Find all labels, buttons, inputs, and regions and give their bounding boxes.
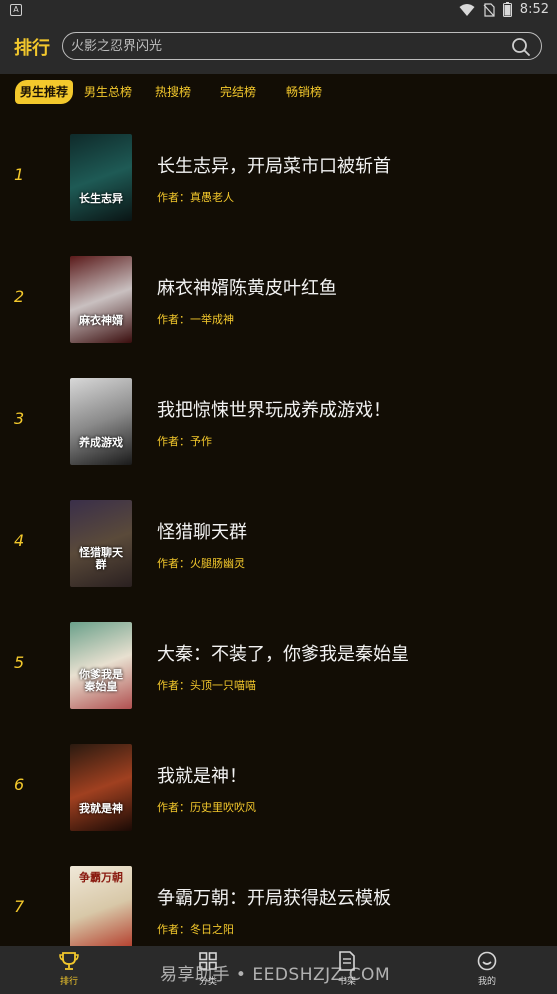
book-author: 作者：真愚老人 xyxy=(157,191,234,204)
list-item[interactable]: 6 我就是神 我就是神！ 作者：历史里吹吹风 xyxy=(0,722,557,844)
ranking-tabs: 男生推荐 男生总榜 热搜榜 完结榜 畅销榜 xyxy=(0,74,557,112)
search-box[interactable] xyxy=(62,32,542,60)
book-title[interactable]: 大秦：不装了，你爹我是秦始皇 xyxy=(157,640,409,666)
tab-bestselling[interactable]: 畅销榜 xyxy=(286,80,322,104)
nav-label: 排行 xyxy=(59,977,78,987)
tab-completed[interactable]: 完结榜 xyxy=(220,80,256,104)
book-cover[interactable]: 怪猎聊天群 xyxy=(70,500,132,587)
rank-number: 1 xyxy=(14,165,25,184)
search-icon[interactable] xyxy=(511,37,531,57)
rank-number: 3 xyxy=(14,409,25,428)
header: 排行 xyxy=(0,22,557,74)
no-sim-icon xyxy=(483,2,495,17)
book-cover[interactable]: 我就是神 xyxy=(70,744,132,831)
book-author: 作者：历史里吹吹风 xyxy=(157,801,256,814)
book-title[interactable]: 我就是神！ xyxy=(157,762,247,788)
book-list: 1 长生志异 长生志异，开局菜市口被斩首 作者：真愚老人 2 麻衣神婿 麻衣神婿… xyxy=(0,112,557,946)
book-cover[interactable]: 养成游戏 xyxy=(70,378,132,465)
nav-label: 我的 xyxy=(477,977,496,987)
book-author: 作者：冬日之阳 xyxy=(157,923,234,936)
tab-male-recommend[interactable]: 男生推荐 xyxy=(15,80,74,104)
cover-title-text: 怪猎聊天群 xyxy=(79,546,123,571)
rank-number: 5 xyxy=(14,653,25,672)
status-time: 8:52 xyxy=(519,2,549,17)
rank-number: 7 xyxy=(14,897,25,916)
trophy-icon xyxy=(59,952,79,970)
status-bar: A 8:52 xyxy=(0,0,557,22)
profile-icon xyxy=(477,951,497,971)
book-cover[interactable]: 长生志异 xyxy=(70,134,132,221)
book-cover[interactable]: 麻衣神婿 xyxy=(70,256,132,343)
search-input[interactable] xyxy=(71,36,501,56)
book-author: 作者：一举成神 xyxy=(157,313,234,326)
list-item[interactable]: 7 争霸万朝 争霸万朝：开局获得赵云模板 作者：冬日之阳 xyxy=(0,844,557,946)
notification-app-icon: A xyxy=(10,4,22,16)
wifi-icon xyxy=(459,3,475,16)
book-cover[interactable]: 争霸万朝 xyxy=(70,866,132,946)
rank-number: 2 xyxy=(14,287,25,306)
page-title: 排行 xyxy=(14,38,50,59)
nav-item-profile[interactable]: 我的 xyxy=(447,950,527,987)
cover-title-text: 养成游戏 xyxy=(79,436,123,449)
cover-title-text: 你爹我是秦始皇 xyxy=(79,668,123,693)
cover-title-text: 我就是神 xyxy=(79,802,123,815)
book-title[interactable]: 麻衣神婿陈黄皮叶红鱼 xyxy=(157,274,337,300)
tab-hot-search[interactable]: 热搜榜 xyxy=(155,80,191,104)
list-item[interactable]: 1 长生志异 长生志异，开局菜市口被斩首 作者：真愚老人 xyxy=(0,112,557,234)
app-root: A 8:52 排行 男生推荐 男生总榜 热搜榜 完结榜 畅销榜 1 长生志异 长… xyxy=(0,0,557,994)
cover-title-text: 长生志异 xyxy=(79,192,123,205)
book-title[interactable]: 长生志异，开局菜市口被斩首 xyxy=(157,152,391,178)
book-author: 作者：头顶一只喵喵 xyxy=(157,679,256,692)
book-title[interactable]: 怪猎聊天群 xyxy=(157,518,247,544)
book-author: 作者：火腿肠幽灵 xyxy=(157,557,245,570)
list-item[interactable]: 4 怪猎聊天群 怪猎聊天群 作者：火腿肠幽灵 xyxy=(0,478,557,600)
cover-title-text: 争霸万朝 xyxy=(79,871,123,884)
book-cover[interactable]: 你爹我是秦始皇 xyxy=(70,622,132,709)
book-title[interactable]: 我把惊悚世界玩成养成游戏！ xyxy=(157,396,391,422)
nav-item-rank[interactable]: 排行 xyxy=(29,950,109,987)
book-title[interactable]: 争霸万朝：开局获得赵云模板 xyxy=(157,884,391,910)
tab-male-total[interactable]: 男生总榜 xyxy=(84,80,132,104)
rank-number: 4 xyxy=(14,531,25,550)
book-author: 作者：予作 xyxy=(157,435,212,448)
bottom-nav: 排行 分类 书架 我的 易享助手 • EEDSHZJZ.COM xyxy=(0,946,557,994)
watermark: 易享助手 • EEDSHZJZ.COM xyxy=(160,965,391,985)
rank-number: 6 xyxy=(14,775,25,794)
cover-title-text: 麻衣神婿 xyxy=(79,314,123,327)
list-item[interactable]: 2 麻衣神婿 麻衣神婿陈黄皮叶红鱼 作者：一举成神 xyxy=(0,234,557,356)
list-item[interactable]: 3 养成游戏 我把惊悚世界玩成养成游戏！ 作者：予作 xyxy=(0,356,557,478)
list-item[interactable]: 5 你爹我是秦始皇 大秦：不装了，你爹我是秦始皇 作者：头顶一只喵喵 xyxy=(0,600,557,722)
battery-icon xyxy=(502,2,512,17)
